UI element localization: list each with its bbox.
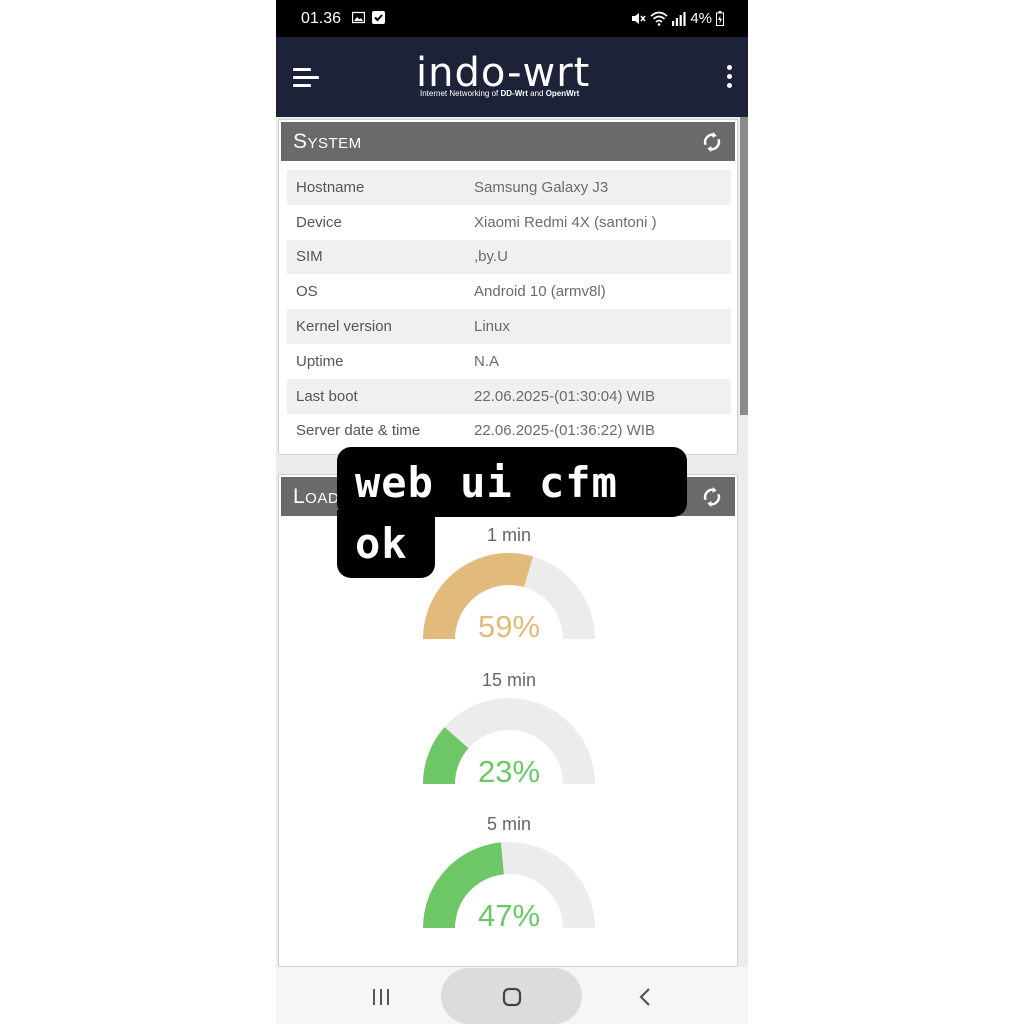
recents-button[interactable]	[356, 967, 406, 1024]
recents-icon	[373, 989, 389, 1005]
sticker-line-2: ok	[355, 519, 408, 568]
logo-subtitle: Internet Networking of DD-Wrt and OpenWr…	[420, 89, 579, 98]
battery-charging-icon	[716, 11, 724, 26]
system-panel-title: System	[293, 130, 362, 153]
system-row: Last boot 22.06.2025-(01:30:04) WIB	[287, 378, 731, 414]
system-panel-header: System	[281, 122, 735, 161]
system-row-value: Linux	[474, 318, 510, 336]
system-row-key: OS	[296, 283, 318, 301]
status-bar: 01.36 4%	[276, 0, 748, 37]
logo-sub-prefix: Internet Networking of	[420, 89, 501, 98]
system-row: Server date & time 22.06.2025-(01:36:22) …	[287, 414, 731, 449]
system-row-key: Last boot	[296, 387, 358, 405]
system-row-key: Server date & time	[296, 422, 421, 440]
system-row: Uptime N.A	[287, 344, 731, 379]
hamburger-menu-icon[interactable]	[293, 68, 319, 88]
home-icon	[502, 987, 522, 1007]
system-row-key: Device	[296, 213, 342, 231]
check-box-icon	[372, 11, 385, 24]
system-row: Hostname Samsung Galaxy J3	[287, 170, 731, 205]
wifi-icon	[650, 11, 668, 26]
system-row-value: 22.06.2025-(01:30:04) WIB	[474, 387, 655, 405]
system-row-key: SIM	[296, 248, 323, 266]
system-info-table: Hostname Samsung Galaxy J3 Device Xiaomi Re…	[287, 170, 731, 448]
gauge-value: 59%	[477, 609, 541, 644]
gauge-value: 23%	[477, 754, 541, 789]
refresh-icon[interactable]	[701, 486, 723, 508]
system-row-value: Android 10 (armv8l)	[474, 283, 606, 301]
battery-percent: 4%	[690, 10, 712, 27]
system-row-value: Xiaomi Redmi 4X (santoni )	[474, 213, 657, 231]
navigation-bar	[276, 967, 748, 1024]
app-header: indo-wrt Internet Networking of DD-Wrt a…	[276, 37, 748, 117]
load-gauge-5min: 5 min 47%	[279, 814, 739, 954]
system-panel: System Hostname Samsung Galaxy J3 Device Xi…	[278, 119, 738, 455]
logo-sub-ddwrt: DD-Wrt	[500, 89, 528, 98]
system-row-value: 22.06.2025-(01:36:22) WIB	[474, 422, 655, 440]
gauge-label: 5 min	[486, 814, 531, 834]
back-icon	[639, 988, 650, 1006]
text-sticker[interactable]: web ui cfm	[337, 447, 687, 517]
sticker-line-1: web ui cfm	[355, 458, 618, 507]
gauge-label: 15 min	[481, 670, 537, 690]
system-row: Device Xiaomi Redmi 4X (santoni )	[287, 205, 731, 240]
scrollbar[interactable]	[740, 117, 748, 415]
gallery-icon	[352, 11, 365, 24]
system-row: OS Android 10 (armv8l)	[287, 274, 731, 309]
system-row-key: Uptime	[296, 352, 344, 370]
text-sticker-tail[interactable]: ok	[337, 510, 435, 578]
home-button[interactable]	[441, 968, 582, 1024]
signal-icon	[672, 12, 686, 26]
status-time: 01.36	[301, 10, 342, 27]
gauge-value: 47%	[477, 898, 541, 933]
load-panel-title: Load	[293, 485, 340, 508]
system-row: Kernel version Linux	[287, 309, 731, 344]
system-row-value: N.A	[474, 352, 500, 370]
system-row-value: ,by.U	[474, 248, 508, 266]
status-right: 4%	[631, 10, 724, 27]
logo-sub-openwrt: OpenWrt	[545, 89, 580, 98]
system-row-key: Hostname	[296, 178, 365, 196]
system-row-key: Kernel version	[296, 318, 392, 336]
load-gauge-15min: 15 min 23%	[279, 670, 739, 810]
system-row: SIM ,by.U	[287, 239, 731, 275]
logo-sub-and: and	[527, 89, 546, 98]
indo-wrt-logo[interactable]: indo-wrt Internet Networking of DD-Wrt a…	[416, 51, 616, 103]
refresh-icon[interactable]	[701, 131, 723, 153]
system-row-value: Samsung Galaxy J3	[474, 178, 609, 196]
more-vertical-icon[interactable]	[724, 65, 734, 89]
back-button[interactable]	[626, 967, 666, 1024]
mute-icon	[632, 13, 646, 24]
